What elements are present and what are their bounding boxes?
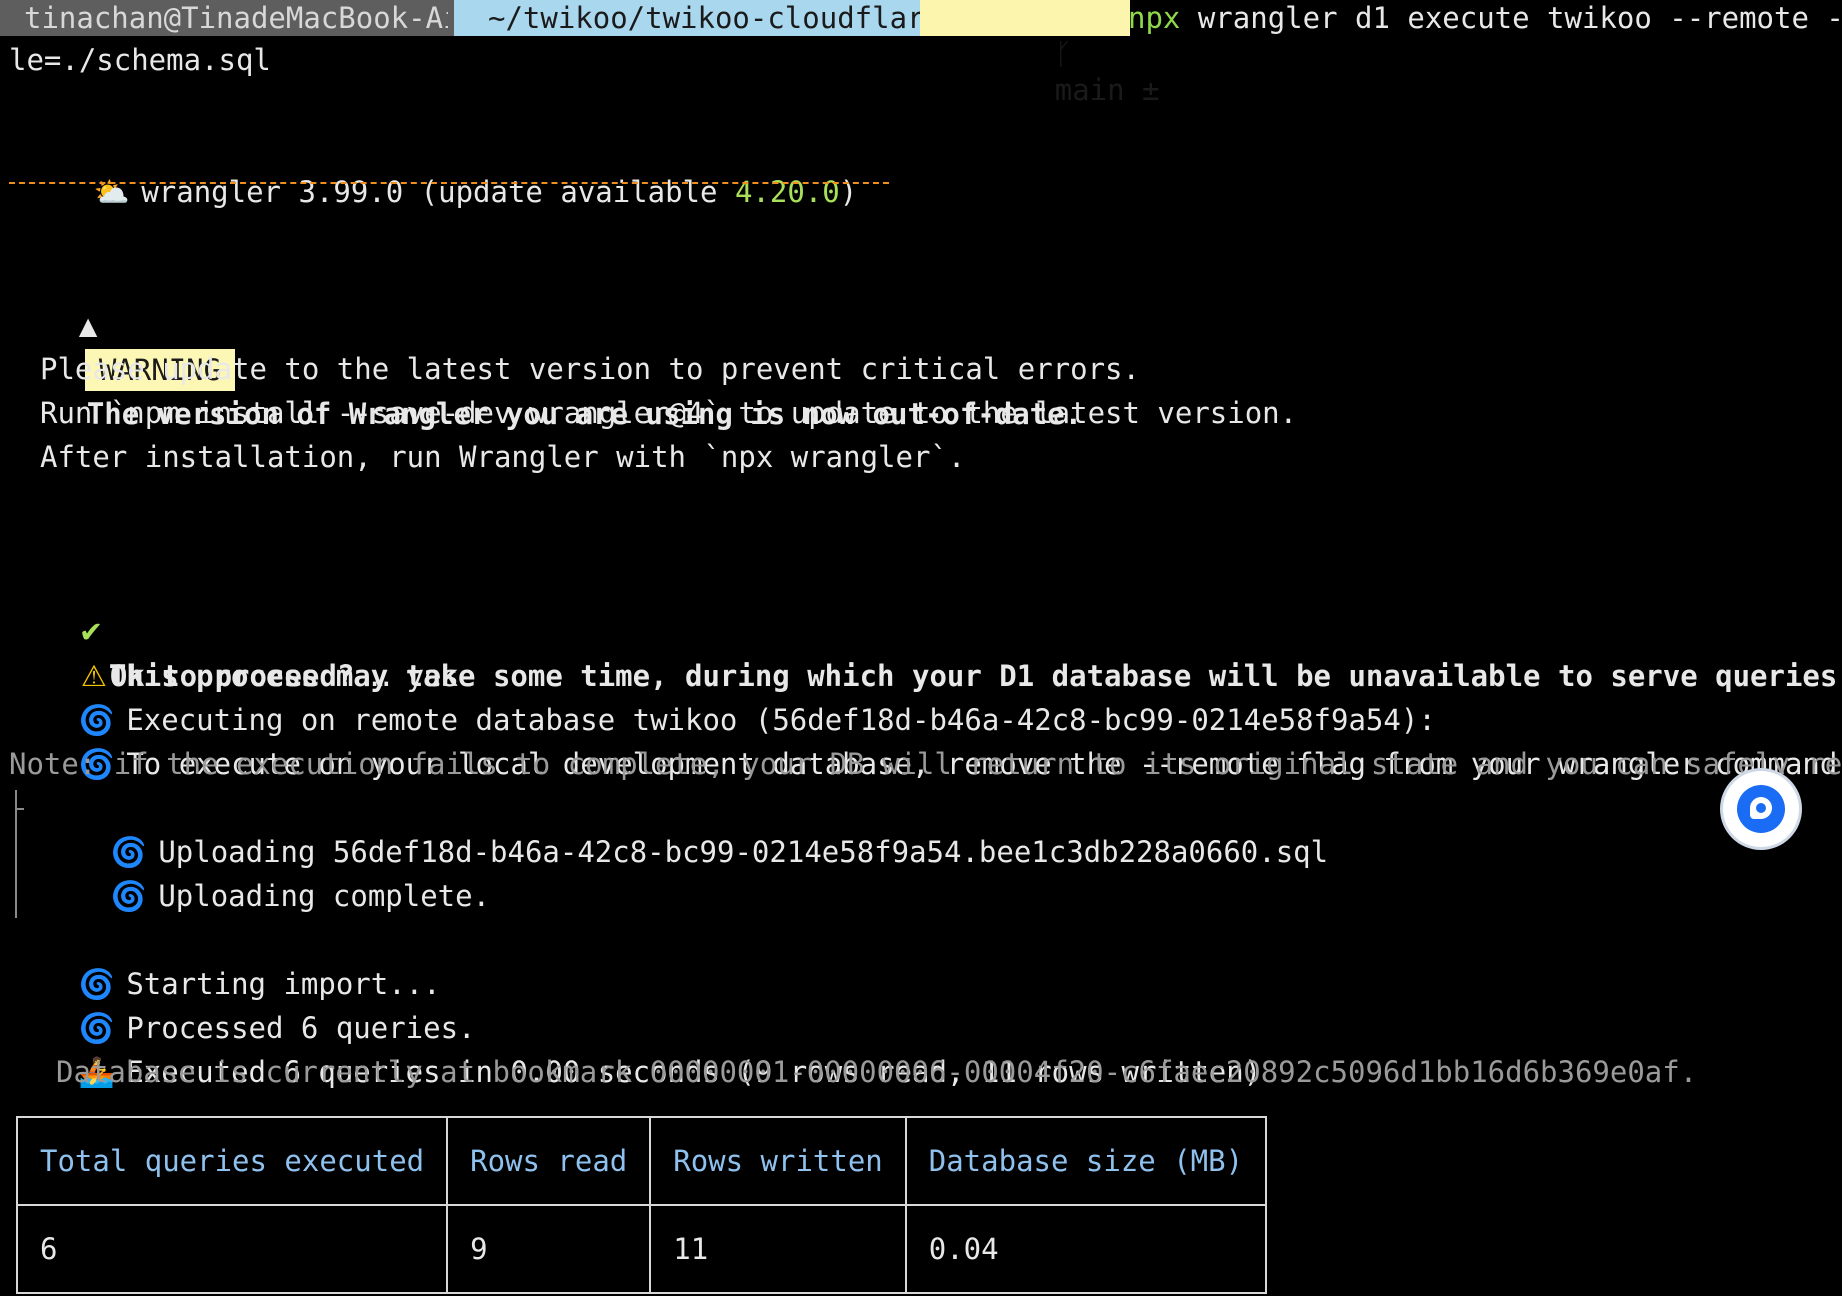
- warning-triangle-icon: ▲: [78, 312, 98, 340]
- log-line: 🌀 Processed 6 queries.: [9, 962, 476, 1045]
- version-close: ): [839, 175, 858, 209]
- table-header: Rows written: [649, 1116, 907, 1206]
- prompt-user-host: tinachan@TinadeMacBook-Air: [0, 0, 478, 36]
- command-prefix: npx: [1128, 1, 1181, 35]
- warning-detail-line: Please update to the latest version to p…: [40, 352, 1140, 386]
- table-header: Rows read: [446, 1116, 652, 1206]
- warning-detail-line: Run `npm install --save-dev wrangler@4` …: [40, 396, 1298, 430]
- warning-line: ▲ WARNING The version of Wrangler you ar…: [9, 258, 1082, 431]
- git-branch-icon: ᚴ: [1054, 37, 1073, 71]
- divider: [9, 182, 889, 184]
- cyclone-icon: 🌀: [110, 879, 147, 913]
- prompt-line: tinachan@TinadeMacBook-Air ~/twikoo/twik…: [0, 0, 1842, 107]
- log-line: 🌀 Uploading complete.: [41, 830, 490, 913]
- log-note: Note: if the execution fails to complete…: [9, 747, 1842, 781]
- log-line: 🌀 Uploading 56def18d-b46a-42c8-bc99-0214…: [41, 786, 1328, 869]
- command-line: npx wrangler d1 execute twikoo --remote …: [1128, 0, 1842, 36]
- version-text: wrangler 3.99.0 (update available: [141, 175, 735, 209]
- results-table: Total queries executed Rows read Rows wr…: [15, 1116, 1268, 1294]
- confirm-question-line: Ok to proceed? … yes: [40, 610, 459, 693]
- command-wrap-line: le=./schema.sql: [9, 43, 271, 77]
- prompt-path: ~/twikoo/twikoo-cloudflare: [454, 0, 954, 36]
- table-cell: 0.04: [904, 1204, 1268, 1294]
- version-line: ⛅ wrangler 3.99.0 (update available 4.20…: [24, 126, 857, 209]
- log-bookmark: Database is currently at bookmark 000000…: [56, 1055, 1698, 1089]
- log-upload-complete: Uploading complete.: [158, 879, 491, 913]
- table-cell: 11: [649, 1204, 907, 1294]
- chat-bubble-inner: [1737, 785, 1785, 833]
- new-version: 4.20.0: [734, 175, 840, 209]
- table-header: Total queries executed: [15, 1116, 449, 1206]
- table-cell: 9: [446, 1204, 652, 1294]
- prompt-separator: [1100, 0, 1118, 36]
- prompt-branch-segment: ᚴ main ±: [920, 0, 1160, 107]
- table-cell: 6: [15, 1204, 449, 1294]
- log-line: 🌀 To execute on your local development d…: [9, 698, 1842, 781]
- sun-behind-cloud-icon: ⛅: [93, 175, 130, 209]
- table-header-row: Total queries executed Rows read Rows wr…: [15, 1116, 1268, 1206]
- tree-connector: [15, 808, 24, 810]
- log-line: 🚣 Executed 6 queries in 0.00 seconds (9 …: [9, 1006, 1261, 1089]
- log-line: 🌀 Starting import...: [9, 918, 441, 1001]
- chat-bubble-icon[interactable]: [1723, 771, 1799, 847]
- table-header: Database size (MB): [904, 1116, 1268, 1206]
- command-text: wrangler d1 execute twikoo --remote --fi: [1180, 1, 1842, 35]
- table-row: 6 9 11 0.04: [15, 1204, 1268, 1294]
- prompt-branch: main ±: [1054, 73, 1160, 107]
- confirm-line: ✔ ⚠This process may take some time, duri…: [9, 566, 1842, 693]
- log-line: 🌀 Executing on remote database twikoo (5…: [9, 654, 1436, 737]
- warning-detail-line: After installation, run Wrangler with `n…: [40, 440, 966, 474]
- terminal-window: tinachan@TinadeMacBook-Air ~/twikoo/twik…: [0, 0, 1842, 1296]
